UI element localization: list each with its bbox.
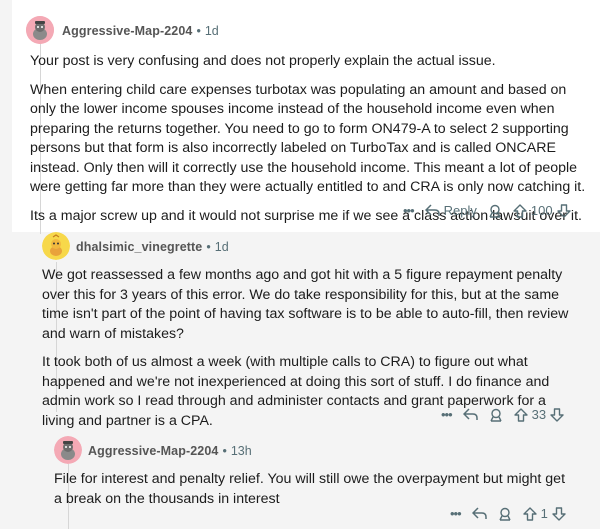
reply-button[interactable] [462,408,478,421]
vote-count: 100 [530,203,553,218]
award-icon [489,204,501,218]
separator: • [222,444,227,458]
vote-control: 1 [522,506,566,521]
separator: • [206,240,211,254]
timestamp[interactable]: 1d [215,240,229,254]
downvote-icon[interactable] [556,203,571,218]
reply-label: Reply [443,203,477,218]
reply-icon [424,204,440,216]
more-options-button[interactable]: ••• [403,203,415,218]
downvote-icon[interactable] [550,407,564,422]
avatar[interactable] [42,232,70,260]
snoo-avatar-icon [54,436,82,464]
reply-icon [471,507,487,519]
avatar[interactable] [26,16,54,44]
upvote-icon[interactable] [522,506,537,521]
paragraph: File for interest and penalty relief. Yo… [54,471,566,507]
snoo-avatar-icon [42,232,70,260]
vote-count: 33 [531,407,547,422]
username[interactable]: Aggressive-Map-2204 [62,24,192,38]
timestamp[interactable]: 13h [231,444,252,458]
avatar[interactable] [54,436,82,464]
more-options-button[interactable]: ••• [441,407,453,422]
vote-control: 100 [513,203,571,218]
paragraph: Your post is very confusing and does not… [30,53,496,69]
award-button[interactable] [488,204,502,218]
comment-actions: ••• Reply 100 [403,203,571,218]
comment-meta: dhalsimic_vinegrette • 1d [76,240,229,254]
vote-control: 33 [513,407,564,422]
separator: • [196,24,201,38]
vote-count: 1 [540,506,548,521]
paragraph: When entering child care expenses turbot… [30,81,586,196]
snoo-avatar-icon [26,16,54,44]
award-icon [490,408,502,422]
timestamp[interactable]: 1d [205,24,219,38]
comment-actions: ••• 33 [441,407,564,422]
username[interactable]: dhalsimic_vinegrette [76,240,202,254]
downvote-icon[interactable] [552,506,566,521]
comment-meta: Aggressive-Map-2204 • 13h [88,444,252,458]
upvote-icon[interactable] [513,203,527,218]
upvote-icon[interactable] [513,407,528,422]
comment-meta: Aggressive-Map-2204 • 1d [62,24,219,38]
username[interactable]: Aggressive-Map-2204 [88,444,218,458]
reply-button[interactable] [471,507,487,520]
award-button[interactable] [489,408,503,422]
award-button[interactable] [498,507,512,521]
paragraph: We got reassessed a few months ago and g… [42,267,569,342]
award-icon [499,507,511,521]
reply-button[interactable]: Reply [424,203,477,218]
comment-actions: ••• 1 [450,506,566,521]
reply-icon [462,408,478,420]
more-options-button[interactable]: ••• [450,506,462,521]
